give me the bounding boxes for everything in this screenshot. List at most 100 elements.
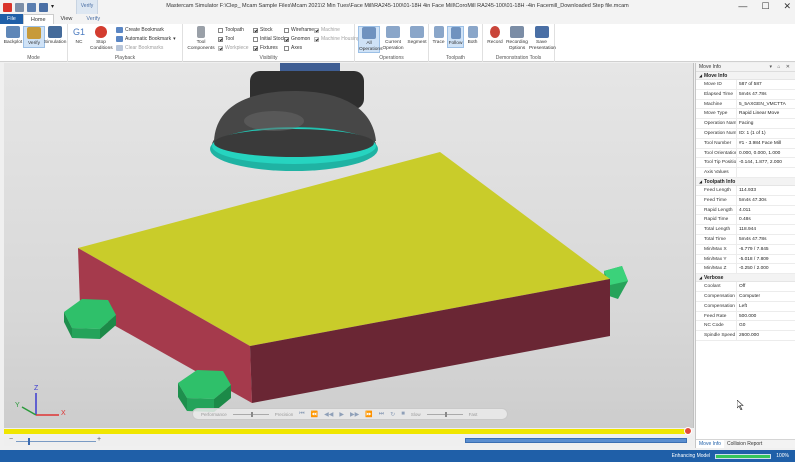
property-row: Feed Rate 500.000 [696, 311, 795, 322]
quick-access-dropdown-icon[interactable]: ▾ [51, 3, 60, 12]
automatic-bookmark-button[interactable]: Automatic Bookmark ▾ [116, 36, 176, 42]
property-name: Total Length [696, 225, 737, 234]
close-button[interactable]: ✕ [783, 1, 791, 12]
ribbon: Backplot Verify Simulation Mode G1 NC Sto… [0, 24, 795, 62]
group-label-visibility: Visibility [259, 55, 278, 61]
status-bar: Enhancing Model 100% [0, 450, 795, 462]
property-row: Min/Max X -6.779 / 7.845 [696, 244, 795, 255]
clear-bookmarks-button[interactable]: Clear Bookmarks [116, 45, 163, 51]
tab-home[interactable]: Home [22, 14, 54, 24]
property-name: Machine [696, 99, 737, 109]
tab-view[interactable]: View [54, 14, 80, 24]
simulation-button[interactable]: Simulation [44, 26, 66, 46]
panel-section-header[interactable]: ◢ Verbose [696, 274, 795, 283]
zoom-slider-handle[interactable] [28, 438, 30, 445]
fast-forward-button[interactable]: ▶▶ [350, 411, 359, 418]
property-value: 114.933 [739, 187, 756, 193]
follow-button[interactable]: Follow [447, 26, 464, 48]
fixture-front-left [64, 299, 116, 339]
step-back-button[interactable]: ⏪ [311, 411, 318, 418]
tab-verify[interactable]: Verify [79, 14, 107, 24]
trace-button[interactable]: Trace [430, 26, 447, 46]
panel-section-header[interactable]: ◢ Move Info [696, 72, 795, 80]
panel-body: ◢ Move Info Move ID 587 of 587 Elapsed Time 5… [696, 72, 795, 341]
fixtures-checkbox[interactable]: Fixtures [253, 45, 278, 51]
title-bar: ▾ Mastercam Simulator F:\Clep_ Mcam Samp… [0, 0, 795, 14]
machine-checkbox[interactable]: Machine [314, 27, 340, 33]
property-value: 500.000 [739, 313, 757, 319]
panel-section-header[interactable]: ◢ Toolpath Info [696, 177, 795, 186]
tab-file[interactable]: File [0, 14, 23, 24]
property-value: 118.944 [739, 227, 756, 233]
tool-checkbox[interactable]: Tool [218, 36, 234, 42]
step-forward-button[interactable]: ⏩ [365, 411, 372, 418]
property-row: Feed Time 5m4s 47.30s [696, 195, 795, 206]
go-to-end-button[interactable]: ⏭ [379, 411, 384, 418]
both-button[interactable]: Both [464, 26, 481, 46]
tab-collision-report[interactable]: Collision Report [724, 440, 765, 448]
property-value: 5m4s 47.30s [739, 197, 767, 203]
timeline-handle[interactable] [684, 427, 692, 435]
tab-move-info[interactable]: Move Info [696, 440, 724, 448]
property-name: Rapid Time [696, 215, 737, 225]
machine-housing-checkbox[interactable]: Machine Housing [314, 36, 360, 42]
property-value: 5m4s 47.78s [739, 236, 767, 242]
property-name: Total Time [696, 234, 737, 244]
current-operation-button[interactable]: Current Operation [382, 26, 404, 51]
recording-options-button[interactable]: Recording Options [506, 26, 528, 51]
property-value: 5m4s 47.78s [739, 91, 767, 97]
axes-checkbox[interactable]: Axes [284, 45, 302, 51]
trace-icon [433, 26, 444, 38]
quick-access-open-icon[interactable] [27, 2, 36, 12]
workpiece-checkbox[interactable]: Workpiece [218, 45, 249, 51]
loop-button[interactable]: ↻ [390, 411, 395, 418]
property-value: Off [739, 284, 746, 290]
stop-button[interactable]: ■ [401, 411, 405, 417]
panel-controls[interactable]: ▾ ⌂ ✕ [770, 63, 793, 72]
property-name: Axis Values [696, 168, 737, 177]
group-label-playback: Playback [114, 55, 136, 61]
timeline-scroll-bar[interactable] [465, 438, 687, 443]
record-button[interactable]: Record [484, 26, 506, 46]
all-operations-icon [362, 27, 376, 39]
property-row: Tool Number #1 - 3.984 Face Mill [696, 138, 795, 149]
verify-button[interactable]: Verify [23, 26, 45, 48]
mastercam-logo-icon[interactable] [3, 2, 12, 12]
nc-button[interactable]: G1 NC [68, 26, 90, 46]
panel-header: Move Info ▾ ⌂ ✕ [696, 63, 795, 72]
property-row: Move Type Rapid Linear Move [696, 109, 795, 120]
all-operations-button[interactable]: All Operations [358, 26, 382, 53]
quick-access-new-icon[interactable] [15, 2, 24, 12]
go-to-start-button[interactable]: ⏮ [299, 411, 304, 418]
save-presentation-button[interactable]: Save Presentation [529, 26, 556, 51]
toolpath-checkbox[interactable]: Toolpath [218, 27, 244, 33]
segment-button[interactable]: Segment [406, 26, 428, 46]
stop-conditions-button[interactable]: Stop Conditions [90, 26, 113, 51]
initial-stock-checkbox[interactable]: Initial Stock [253, 36, 286, 42]
tool-components-icon [197, 26, 205, 38]
property-row: Total Length 118.944 [696, 225, 795, 235]
zoom-out-button[interactable]: − [9, 436, 13, 443]
group-toolpath: Trace Follow Both Toolpath [429, 24, 483, 62]
backplot-button[interactable]: Backplot [2, 26, 24, 46]
property-value: 0.48s [739, 217, 751, 223]
play-button[interactable]: ▶ [339, 411, 344, 418]
status-label: Enhancing Model [671, 453, 711, 459]
timeline-bar[interactable] [4, 429, 690, 434]
play-reverse-button[interactable]: ◀◀ [324, 411, 333, 418]
quick-access-save-icon[interactable] [39, 2, 48, 12]
gnomon-z-label: Z [34, 385, 39, 392]
property-value: -0.250 / 2.000 [739, 266, 769, 272]
stock-checkbox[interactable]: Stock [253, 27, 273, 33]
gnomon-checkbox[interactable]: Gnomon [284, 36, 310, 42]
speed-slider[interactable] [426, 411, 463, 417]
performance-slider[interactable] [232, 411, 269, 417]
property-value: -0.144, 1.877, 2.000 [739, 160, 782, 166]
minimize-button[interactable]: — [738, 1, 747, 12]
tool-components-button[interactable]: Tool Components [187, 26, 215, 51]
simulation-viewport[interactable]: Z X Y Performance Precision ⏮ ⏪ ◀◀ ▶ ▶▶ … [4, 63, 694, 428]
create-bookmark-button[interactable]: Create Bookmark [116, 27, 164, 33]
maximize-button[interactable]: ☐ [761, 1, 769, 12]
wireframe-checkbox[interactable]: Wireframe [284, 27, 314, 33]
zoom-in-button[interactable]: + [97, 436, 101, 443]
